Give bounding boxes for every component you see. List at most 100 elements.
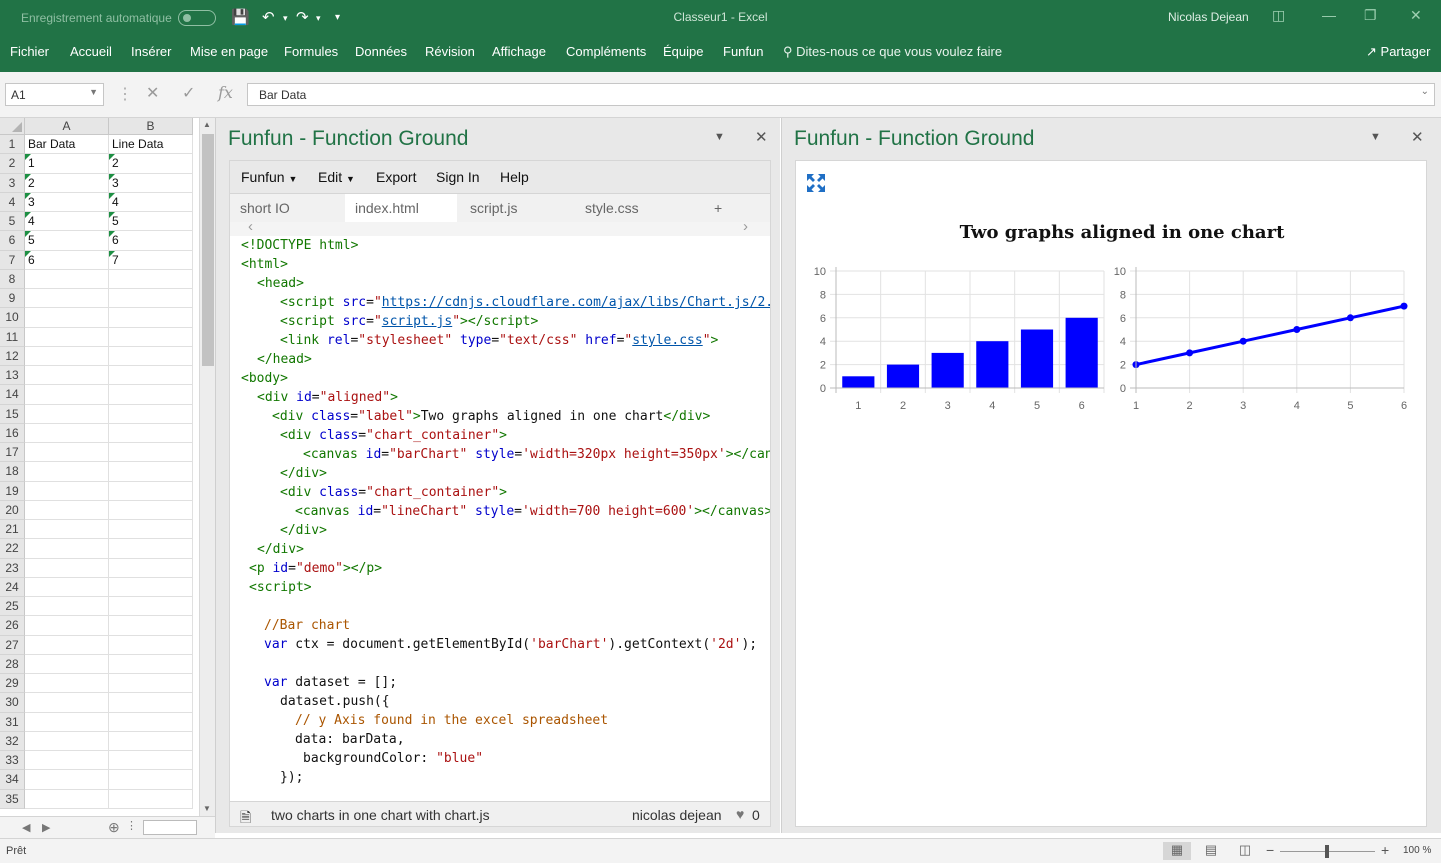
- cell[interactable]: 2: [109, 154, 193, 174]
- cell[interactable]: [109, 423, 193, 443]
- menu-help[interactable]: Help: [500, 169, 529, 185]
- cell[interactable]: [25, 597, 109, 617]
- new-sheet-icon[interactable]: ⊕: [108, 819, 120, 836]
- cell[interactable]: [109, 462, 193, 482]
- cell[interactable]: [25, 269, 109, 289]
- cell[interactable]: 2: [25, 173, 109, 193]
- cell[interactable]: [25, 635, 109, 655]
- tab-affichage[interactable]: Affichage: [492, 44, 546, 59]
- cell[interactable]: [25, 462, 109, 482]
- cell[interactable]: [25, 731, 109, 751]
- row-header[interactable]: 12: [0, 346, 25, 366]
- scroll-up-icon[interactable]: ▲: [203, 120, 211, 129]
- zoom-in-icon[interactable]: +: [1381, 842, 1389, 858]
- zoom-out-icon[interactable]: −: [1266, 842, 1274, 858]
- tab-formules[interactable]: Formules: [284, 44, 338, 59]
- cell[interactable]: [109, 443, 193, 463]
- project-author[interactable]: nicolas dejean: [632, 807, 722, 823]
- pane-options-icon[interactable]: ▼: [714, 131, 725, 143]
- cell[interactable]: [25, 539, 109, 559]
- tab-style-css[interactable]: style.css: [585, 200, 639, 216]
- cell[interactable]: [109, 327, 193, 347]
- tab-mise-en-page[interactable]: Mise en page: [190, 44, 268, 59]
- user-name[interactable]: Nicolas Dejean: [1168, 10, 1249, 24]
- cell[interactable]: [25, 346, 109, 366]
- row-header[interactable]: 11: [0, 327, 25, 347]
- cell[interactable]: [109, 674, 193, 694]
- row-header[interactable]: 3: [0, 173, 25, 193]
- name-box[interactable]: A1 ▼: [5, 83, 104, 106]
- ribbon-display-icon[interactable]: ◫: [1272, 7, 1285, 24]
- add-tab-button[interactable]: +: [714, 200, 722, 216]
- cell[interactable]: [25, 577, 109, 597]
- cell[interactable]: [109, 385, 193, 405]
- close-pane-icon[interactable]: ✕: [1411, 128, 1424, 146]
- row-header[interactable]: 32: [0, 731, 25, 751]
- tab-donnees[interactable]: Données: [355, 44, 407, 59]
- cell[interactable]: [25, 308, 109, 328]
- menu-export[interactable]: Export: [376, 169, 416, 185]
- cell[interactable]: [109, 269, 193, 289]
- cell[interactable]: 5: [109, 212, 193, 232]
- row-header[interactable]: 23: [0, 558, 25, 578]
- cell[interactable]: [109, 770, 193, 790]
- code-area[interactable]: <!DOCTYPE html> <html> <head> <script sr…: [230, 236, 770, 801]
- row-header[interactable]: 24: [0, 577, 25, 597]
- cell[interactable]: [109, 539, 193, 559]
- minimize-icon[interactable]: —: [1322, 7, 1336, 23]
- cell[interactable]: [109, 289, 193, 309]
- row-header[interactable]: 31: [0, 712, 25, 732]
- tab-revision[interactable]: Révision: [425, 44, 475, 59]
- row-header[interactable]: 13: [0, 366, 25, 386]
- cell[interactable]: [109, 500, 193, 520]
- tab-index-html[interactable]: index.html: [345, 194, 457, 222]
- row-header[interactable]: 34: [0, 770, 25, 790]
- insert-function-icon[interactable]: fx: [218, 83, 233, 102]
- cell[interactable]: [25, 443, 109, 463]
- row-header[interactable]: 6: [0, 231, 25, 251]
- cell[interactable]: [25, 558, 109, 578]
- cell[interactable]: 3: [25, 192, 109, 212]
- tab-equipe[interactable]: Équipe: [663, 44, 703, 59]
- heart-icon[interactable]: ♥: [736, 806, 744, 822]
- row-header[interactable]: 27: [0, 635, 25, 655]
- cell[interactable]: [109, 481, 193, 501]
- cell[interactable]: [109, 366, 193, 386]
- tab-script-js[interactable]: script.js: [470, 200, 517, 216]
- cell[interactable]: [109, 616, 193, 636]
- cell[interactable]: [109, 654, 193, 674]
- row-header[interactable]: 35: [0, 789, 25, 809]
- cell[interactable]: 4: [109, 192, 193, 212]
- cell[interactable]: [25, 423, 109, 443]
- cell[interactable]: [109, 404, 193, 424]
- expand-formula-icon[interactable]: ⌄: [1421, 86, 1429, 97]
- row-header[interactable]: 5: [0, 212, 25, 232]
- sheet-prev-icon[interactable]: ◀: [22, 821, 30, 834]
- cell[interactable]: 7: [109, 250, 193, 270]
- cell[interactable]: [109, 693, 193, 713]
- cell[interactable]: 1: [25, 154, 109, 174]
- menu-funfun[interactable]: Funfun ▼: [241, 169, 297, 185]
- column-header-b[interactable]: B: [109, 118, 193, 135]
- share-button[interactable]: ↗ Partager: [1366, 44, 1430, 60]
- cell[interactable]: [25, 654, 109, 674]
- menu-edit[interactable]: Edit ▼: [318, 169, 355, 185]
- row-header[interactable]: 1: [0, 135, 25, 155]
- cell[interactable]: [25, 616, 109, 636]
- page-layout-view-icon[interactable]: ▤: [1197, 842, 1225, 860]
- cell[interactable]: [109, 751, 193, 771]
- cell[interactable]: 6: [109, 231, 193, 251]
- tab-fichier[interactable]: Fichier: [10, 44, 49, 59]
- normal-view-icon[interactable]: ▦: [1163, 842, 1191, 860]
- cell[interactable]: 4: [25, 212, 109, 232]
- close-window-icon[interactable]: ✕: [1410, 7, 1422, 24]
- cell[interactable]: [109, 577, 193, 597]
- sheet-next-icon[interactable]: ▶: [42, 821, 50, 834]
- tab-complements[interactable]: Compléments: [566, 44, 646, 59]
- cell[interactable]: [25, 751, 109, 771]
- column-header-a[interactable]: A: [25, 118, 109, 135]
- close-pane-icon[interactable]: ✕: [755, 128, 768, 146]
- menu-sign-in[interactable]: Sign In: [436, 169, 480, 185]
- row-header[interactable]: 7: [0, 250, 25, 270]
- tab-inserer[interactable]: Insérer: [131, 44, 171, 59]
